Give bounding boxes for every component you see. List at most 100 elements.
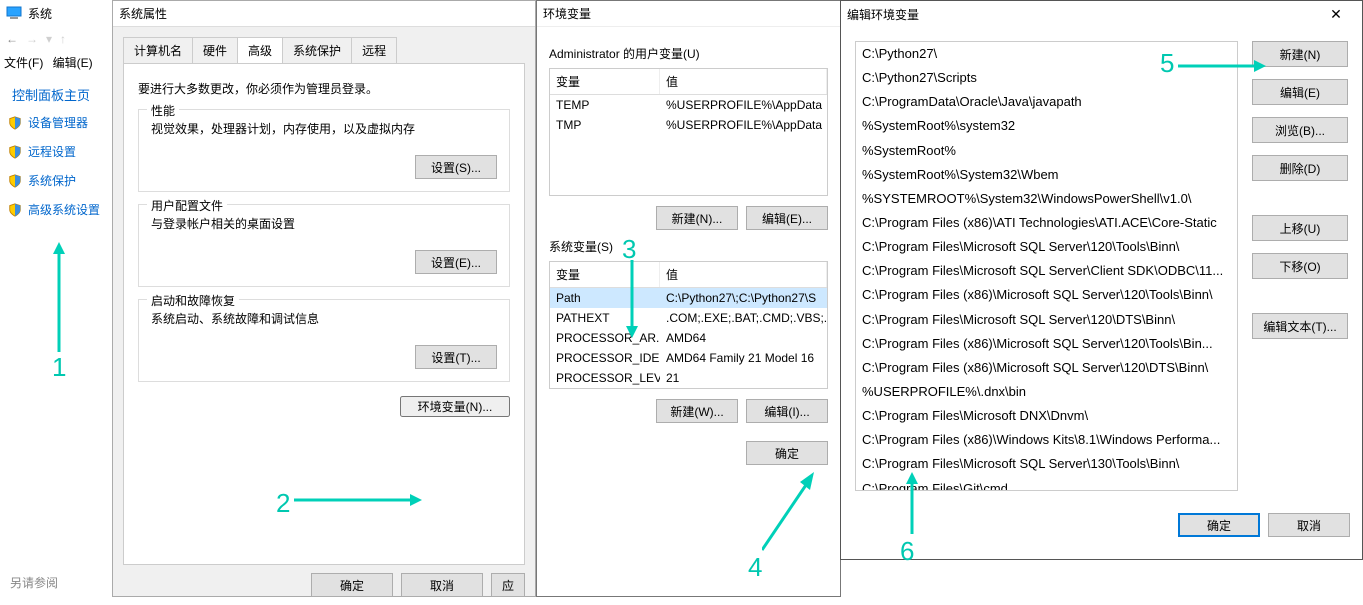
control-panel-titlebar: 系统	[0, 0, 113, 26]
performance-settings-button[interactable]: 设置(S)...	[415, 155, 497, 179]
sys-var-row[interactable]: PROCESSOR_AR...AMD64	[550, 328, 827, 348]
edit-side-buttons: 新建(N) 编辑(E) 浏览(B)... 删除(D) 上移(U) 下移(O) 编…	[1252, 41, 1348, 491]
edit-delete-button[interactable]: 删除(D)	[1252, 155, 1348, 181]
close-icon[interactable]: ✕	[1316, 2, 1356, 26]
user-profiles-desc: 与登录帐户相关的桌面设置	[151, 215, 497, 232]
user-vars-label: Administrator 的用户变量(U)	[549, 45, 828, 62]
sys-vars-list[interactable]: 变量值 PathC:\Python27\;C:\Python27\SPATHEX…	[549, 261, 828, 389]
col-value-sys[interactable]: 值	[660, 262, 827, 287]
user-profiles-group: 用户配置文件 与登录帐户相关的桌面设置 设置(E)...	[138, 204, 510, 287]
path-item[interactable]: C:\Program Files (x86)\Windows Kits\8.1\…	[856, 428, 1237, 452]
tab-1[interactable]: 硬件	[192, 37, 238, 63]
path-item[interactable]: %SystemRoot%	[856, 139, 1237, 163]
edit-ok-button[interactable]: 确定	[1178, 513, 1260, 537]
sysprop-cancel-button[interactable]: 取消	[401, 573, 483, 597]
user-vars-list[interactable]: 变量值 TEMP%USERPROFILE%\AppDataTMP%USERPRO…	[549, 68, 828, 196]
path-item[interactable]: C:\Program Files\Microsoft SQL Server\Cl…	[856, 259, 1237, 283]
edit-browse-button[interactable]: 浏览(B)...	[1252, 117, 1348, 143]
up-icon[interactable]: ↑	[60, 32, 66, 46]
edit-moveup-button[interactable]: 上移(U)	[1252, 215, 1348, 241]
system-properties-title: 系统属性	[119, 5, 167, 22]
path-item[interactable]: C:\Python27\	[856, 42, 1237, 66]
user-new-button[interactable]: 新建(N)...	[656, 206, 738, 230]
sys-var-row[interactable]: PathC:\Python27\;C:\Python27\S	[550, 288, 827, 308]
admin-note: 要进行大多数更改，你必须作为管理员登录。	[138, 80, 510, 97]
path-item[interactable]: C:\Program Files\Microsoft DNX\Dnvm\	[856, 404, 1237, 428]
computer-icon	[6, 5, 22, 21]
path-item[interactable]: C:\Program Files\Microsoft SQL Server\12…	[856, 235, 1237, 259]
sys-var-row[interactable]: PATHEXT.COM;.EXE;.BAT;.CMD;.VBS;.	[550, 308, 827, 328]
path-item[interactable]: C:\Program Files (x86)\Microsoft SQL Ser…	[856, 356, 1237, 380]
path-item[interactable]: %USERPROFILE%\.dnx\bin	[856, 380, 1237, 404]
sys-new-button[interactable]: 新建(W)...	[656, 399, 738, 423]
user-var-row[interactable]: TEMP%USERPROFILE%\AppData	[550, 95, 827, 115]
col-value[interactable]: 值	[660, 69, 827, 94]
edit-cancel-button[interactable]: 取消	[1268, 513, 1350, 537]
path-item[interactable]: %SystemRoot%\System32\Wbem	[856, 163, 1237, 187]
sysprop-ok-button[interactable]: 确定	[311, 573, 393, 597]
environment-variables-button[interactable]: 环境变量(N)...	[400, 396, 510, 417]
sys-edit-button[interactable]: 编辑(I)...	[746, 399, 828, 423]
dropdown-icon[interactable]: ▾	[46, 32, 52, 46]
edit-env-var-dialog: 编辑环境变量 ✕ C:\Python27\C:\Python27\Scripts…	[840, 0, 1363, 560]
tab-3[interactable]: 系统保护	[282, 37, 352, 63]
startup-desc: 系统启动、系统故障和调试信息	[151, 310, 497, 327]
startup-group: 启动和故障恢复 系统启动、系统故障和调试信息 设置(T)...	[138, 299, 510, 382]
see-also: 另请参阅	[10, 574, 58, 591]
startup-legend: 启动和故障恢复	[147, 292, 239, 309]
control-panel-title: 系统	[28, 5, 107, 22]
path-item[interactable]: C:\Program Files (x86)\Microsoft SQL Ser…	[856, 283, 1237, 307]
edit-edit-button[interactable]: 编辑(E)	[1252, 79, 1348, 105]
startup-settings-button[interactable]: 设置(T)...	[415, 345, 497, 369]
sysprop-apply-button[interactable]: 应	[491, 573, 525, 597]
path-item[interactable]: C:\Program Files (x86)\ATI Technologies\…	[856, 211, 1237, 235]
back-icon[interactable]: ←	[6, 32, 18, 46]
annotation-2: 2	[276, 488, 290, 519]
edit-movedown-button[interactable]: 下移(O)	[1252, 253, 1348, 279]
path-item[interactable]: %SYSTEMROOT%\System32\WindowsPowerShell\…	[856, 187, 1237, 211]
user-profiles-legend: 用户配置文件	[147, 197, 227, 214]
menu-bar: 文件(F) 编辑(E)	[0, 48, 113, 77]
tab-0[interactable]: 计算机名	[123, 37, 193, 63]
edit-text-button[interactable]: 编辑文本(T)...	[1252, 313, 1348, 339]
performance-group: 性能 视觉效果，处理器计划，内存使用，以及虚拟内存 设置(S)...	[138, 109, 510, 192]
path-item[interactable]: C:\Program Files\Microsoft SQL Server\13…	[856, 452, 1237, 476]
sys-var-row[interactable]: PROCESSOR_IDE...AMD64 Family 21 Model 16	[550, 348, 827, 368]
menu-file[interactable]: 文件(F)	[4, 56, 43, 70]
path-item[interactable]: C:\Python27\Scripts	[856, 66, 1237, 90]
path-item[interactable]: C:\Program Files\Git\cmd	[856, 477, 1237, 491]
annotation-1: 1	[52, 352, 66, 383]
tab-2[interactable]: 高级	[237, 37, 283, 63]
system-properties-buttons: 确定 取消 应	[113, 565, 535, 605]
tabs-bar: 计算机名硬件高级系统保护远程	[113, 27, 535, 63]
env-vars-dialog: 环境变量 Administrator 的用户变量(U) 变量值 TEMP%USE…	[536, 0, 841, 597]
user-profiles-settings-button[interactable]: 设置(E)...	[415, 250, 497, 274]
user-var-row[interactable]: TMP%USERPROFILE%\AppData	[550, 115, 827, 135]
sys-var-row[interactable]: PROCESSOR_LEV21	[550, 368, 827, 388]
sidebar-link-1[interactable]: 远程设置	[0, 137, 113, 166]
control-panel-home[interactable]: 控制面板主页	[0, 77, 113, 108]
nav-arrows: ← → ▾ ↑	[0, 26, 113, 48]
annotation-4: 4	[748, 552, 762, 583]
col-variable[interactable]: 变量	[550, 69, 660, 94]
col-variable-sys[interactable]: 变量	[550, 262, 660, 287]
tab-4[interactable]: 远程	[351, 37, 397, 63]
env-vars-title: 环境变量	[543, 5, 591, 22]
control-panel-sidebar: 系统 ← → ▾ ↑ 文件(F) 编辑(E) 控制面板主页 设备管理器远程设置系…	[0, 0, 114, 597]
path-item[interactable]: C:\Program Files (x86)\Microsoft SQL Ser…	[856, 332, 1237, 356]
sys-vars-label: 系统变量(S)	[549, 238, 828, 255]
performance-desc: 视觉效果，处理器计划，内存使用，以及虚拟内存	[151, 120, 497, 137]
annotation-5: 5	[1160, 48, 1174, 79]
path-item[interactable]: %SystemRoot%\system32	[856, 114, 1237, 138]
user-edit-button[interactable]: 编辑(E)...	[746, 206, 828, 230]
menu-edit[interactable]: 编辑(E)	[53, 56, 93, 70]
env-ok-button[interactable]: 确定	[746, 441, 828, 465]
sidebar-link-3[interactable]: 高级系统设置	[0, 195, 113, 224]
sidebar-link-0[interactable]: 设备管理器	[0, 108, 113, 137]
path-item[interactable]: C:\Program Files\Microsoft SQL Server\12…	[856, 308, 1237, 332]
annotation-6: 6	[900, 536, 914, 567]
path-item[interactable]: C:\ProgramData\Oracle\Java\javapath	[856, 90, 1237, 114]
path-list[interactable]: C:\Python27\C:\Python27\ScriptsC:\Progra…	[855, 41, 1238, 491]
edit-new-button[interactable]: 新建(N)	[1252, 41, 1348, 67]
sidebar-link-2[interactable]: 系统保护	[0, 166, 113, 195]
